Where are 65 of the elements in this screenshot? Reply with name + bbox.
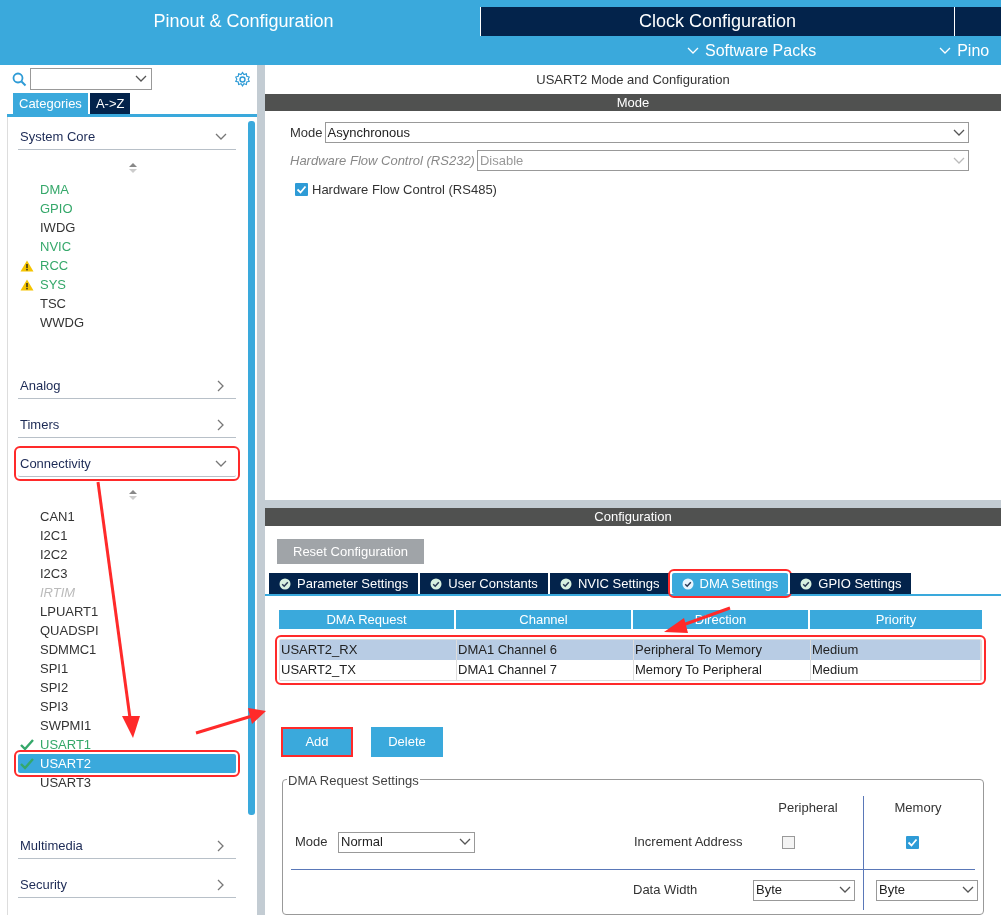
peripheral-item[interactable]: TSC [18,294,236,313]
dropdown-field[interactable]: Byte [876,879,978,901]
peripheral-item[interactable]: I2C3 [18,564,236,583]
check-circle-icon [681,577,694,590]
warning-icon [20,278,34,291]
search-dropdown[interactable] [30,68,152,90]
peripheral-item[interactable]: WWDG [18,313,236,332]
category-header[interactable]: System Core [18,123,236,150]
peripheral-item[interactable]: SWPMI1 [18,716,236,735]
annotation-arrow [195,708,266,735]
panel-title: USART2 Mode and Configuration [535,70,731,89]
check-circle-icon [559,577,572,590]
table-cell[interactable]: Medium [811,660,981,680]
scrollbar[interactable] [248,121,255,815]
peripheral-item[interactable]: SDMMC1 [18,640,236,659]
checkbox[interactable] [782,835,796,849]
settings-tab[interactable]: Parameter Settings [269,573,419,594]
check-circle-icon [279,577,291,590]
check-circle-icon [800,577,813,590]
column-label: Peripheral [777,799,839,817]
field-label: Mode [290,123,323,142]
checkbox-label: Hardware Flow Control (RS485) [312,181,497,199]
dropdown-field[interactable]: Normal [338,831,475,853]
settings-tab[interactable]: User Constants [420,573,548,594]
scroll-arrows-icon[interactable] [127,162,138,174]
peripheral-item[interactable]: USART3 [18,773,236,792]
view-tab[interactable]: A->Z [89,93,131,114]
checkmark-icon [20,738,34,751]
field-label: Increment Address [634,833,743,852]
category-header[interactable]: Analog [18,372,236,399]
settings-icon[interactable] [234,70,251,88]
section-header: Mode [265,94,1001,111]
main-tab[interactable]: Clock Configuration [481,7,955,36]
peripheral-item[interactable]: QUADSPI [18,621,236,640]
table-cell[interactable]: DMA1 Channel 7 [457,660,634,680]
checkmark-icon [20,757,34,770]
search-icon[interactable] [12,71,27,87]
checkbox[interactable] [295,183,308,197]
category-header[interactable]: Connectivity [18,450,236,477]
peripheral-item[interactable]: IWDG [18,218,236,237]
settings-tab[interactable]: GPIO Settings [790,573,912,594]
category-header[interactable]: Timers [18,411,236,438]
peripheral-item[interactable]: SPI2 [18,678,236,697]
field-label: Hardware Flow Control (RS232) [290,151,475,170]
section-header: Configuration [265,507,1001,526]
column-label: Memory [893,799,943,817]
warning-icon [20,259,34,272]
dropdown-field[interactable]: Asynchronous [324,122,969,143]
check-circle-icon [430,577,443,590]
field-label: Data Width [633,881,699,900]
checkbox[interactable] [906,835,920,849]
peripheral-item[interactable]: LPUART1 [18,602,236,621]
peripheral-item[interactable]: I2C2 [18,545,236,564]
scroll-arrows-icon[interactable] [127,489,138,501]
field-label: Mode [295,833,329,852]
table-cell[interactable]: Memory To Peripheral [634,660,811,680]
peripheral-item[interactable]: CAN1 [18,507,236,526]
category-header[interactable]: Security [18,871,236,898]
peripheral-item[interactable]: SPI1 [18,659,236,678]
settings-tab[interactable]: NVIC Settings [549,573,670,594]
dropdown-field[interactable]: Byte [753,879,855,901]
table-cell[interactable]: USART2_TX [280,660,457,680]
peripheral-item[interactable]: I2C1 [18,526,236,545]
category-header[interactable]: Multimedia [18,832,236,859]
peripheral-item[interactable]: SPI3 [18,697,236,716]
